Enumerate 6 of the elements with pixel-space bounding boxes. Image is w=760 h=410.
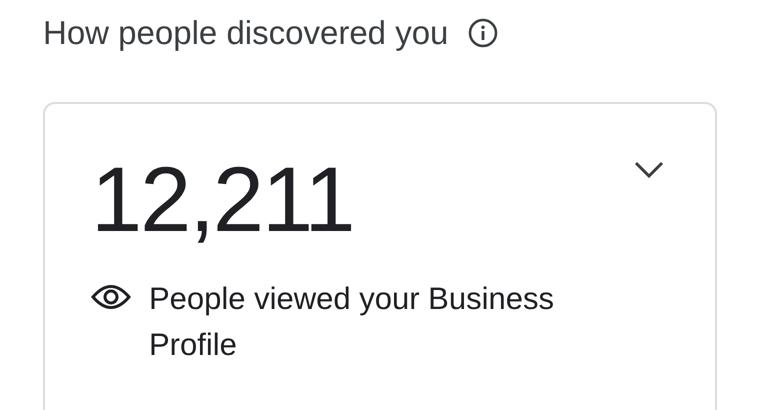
stat-label: People viewed your Business Profile [149, 280, 555, 364]
stat-value: 12,211 [91, 154, 354, 246]
info-icon[interactable] [468, 18, 498, 48]
eye-icon [91, 284, 131, 310]
chevron-icon[interactable] [633, 160, 665, 180]
section-title: How people discovered you [43, 14, 448, 52]
